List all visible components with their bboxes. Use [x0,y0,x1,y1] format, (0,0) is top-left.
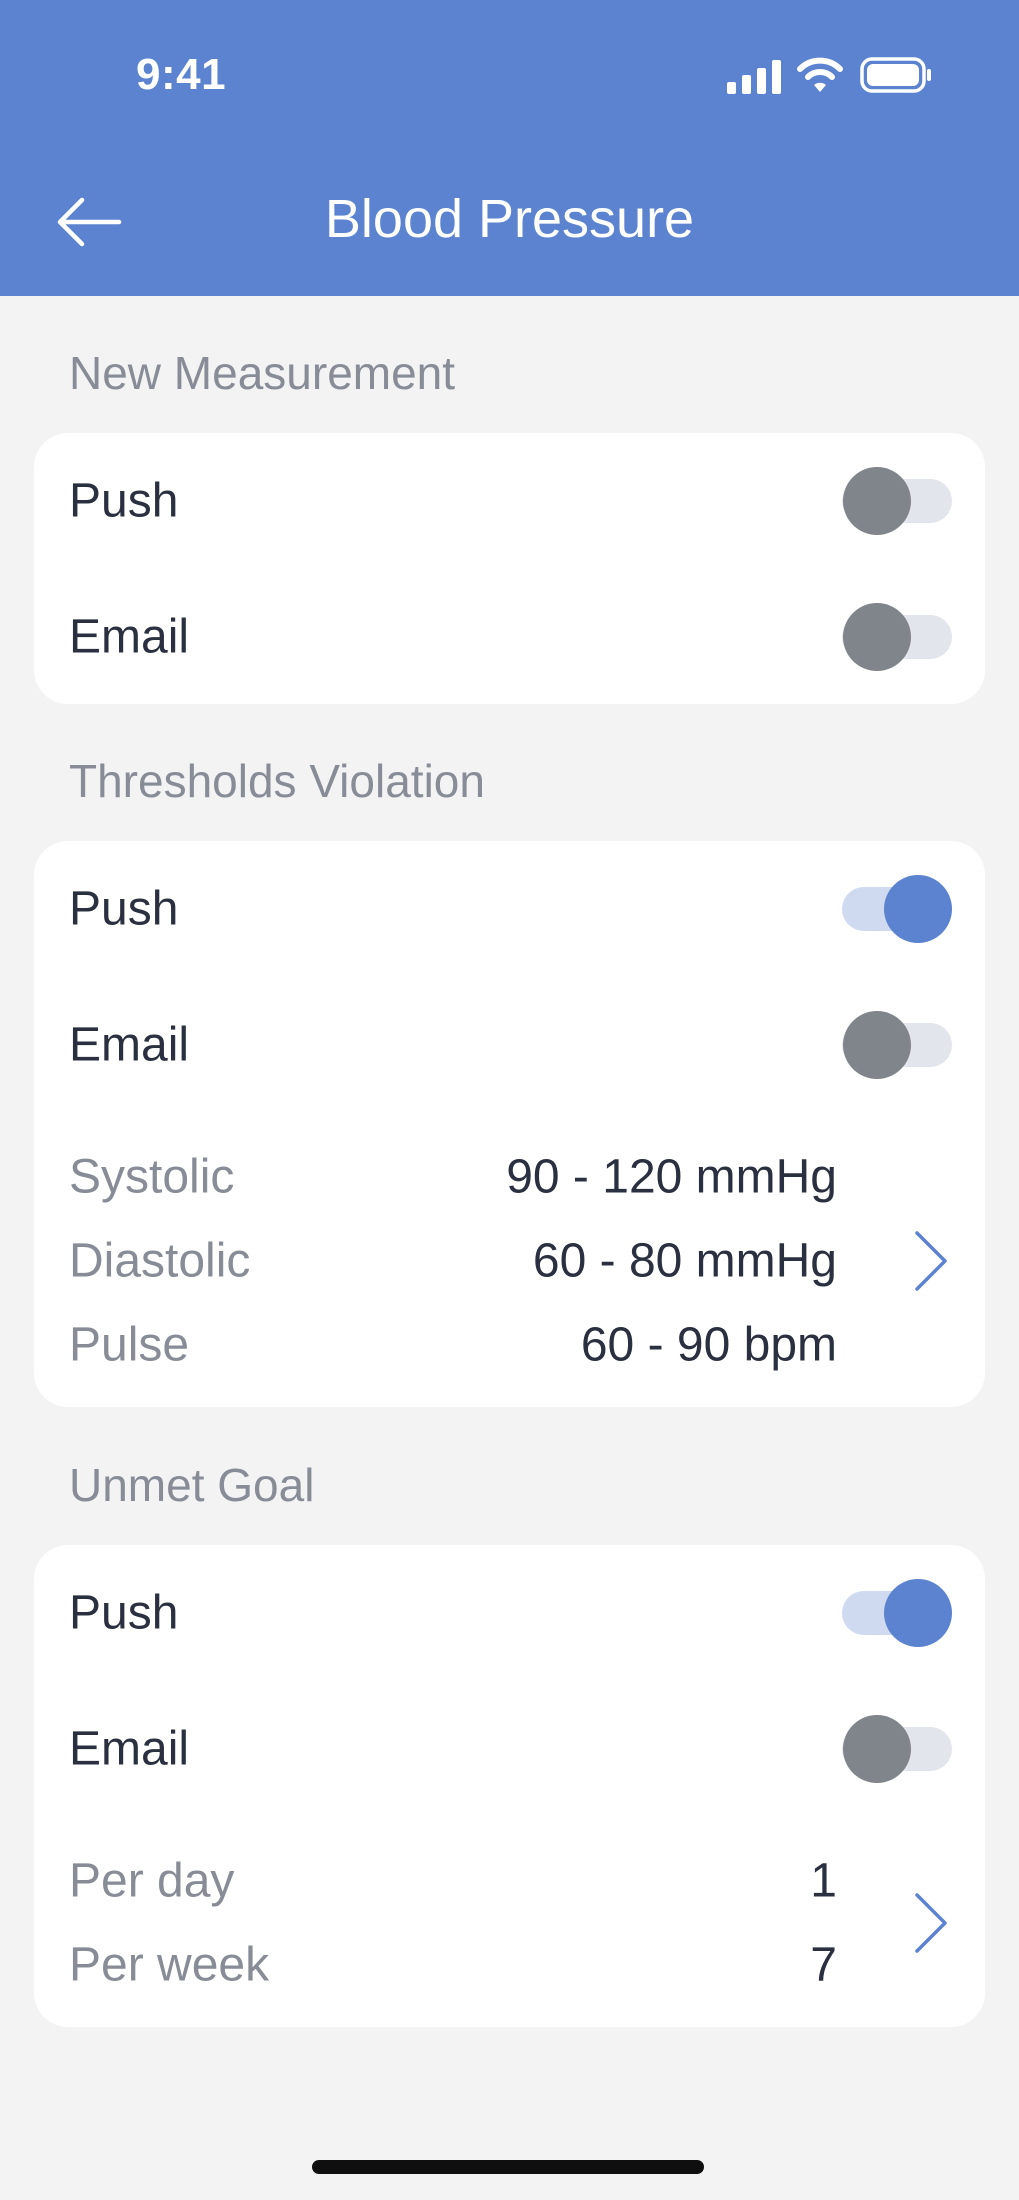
detail-value: 1 [810,1854,837,1908]
detail-value: 60 - 80 mmHg [532,1234,837,1288]
cellular-signal-icon [727,60,781,94]
toggle-knob [884,875,952,943]
email-toggle[interactable] [842,1010,952,1080]
push-toggle[interactable] [842,1578,952,1648]
toggle-knob [843,1715,911,1783]
row-unmet-goal-push[interactable]: Push [34,1545,985,1681]
status-time: 9:41 [136,50,227,99]
detail-label: Per week [69,1938,270,1992]
chevron-right-icon [915,1231,947,1291]
row-label: Email [69,610,190,664]
toggle-knob [843,467,911,535]
toggle-knob [843,603,911,671]
toggle-knob [843,1011,911,1079]
section-title-unmet-goal: Unmet Goal [69,1459,315,1511]
row-label: Push [69,1586,179,1640]
chevron-right-icon [915,1893,947,1953]
home-indicator [312,2160,704,2174]
detail-line-pulse: Pulse 60 - 90 bpm [34,1303,985,1387]
unmet-goal-detail-link[interactable]: Per day 1 Per week 7 [34,1839,985,2007]
email-toggle[interactable] [842,1714,952,1784]
page-title: Blood Pressure [324,189,695,249]
row-thresholds-email[interactable]: Email [34,977,985,1113]
status-bar: 9:41 [0,0,1019,150]
push-toggle[interactable] [842,466,952,536]
battery-icon [860,57,931,93]
card-unmet-goal: Push Email Per day 1 Per week 7 [34,1545,985,2027]
nav-bar: Blood Pressure [0,150,1019,296]
detail-label: Diastolic [69,1234,251,1288]
row-label: Email [69,1722,190,1776]
detail-label: Systolic [69,1150,235,1204]
detail-value: 60 - 90 bpm [580,1318,837,1372]
screen: 9:41 Blood Pressure New Measurement Push… [0,0,1019,2200]
thresholds-detail-link[interactable]: Systolic 90 - 120 mmHg Diastolic 60 - 80… [34,1135,985,1387]
push-toggle[interactable] [842,874,952,944]
row-thresholds-push[interactable]: Push [34,841,985,977]
toggle-knob [884,1579,952,1647]
card-thresholds-violation: Push Email Systolic 90 - 120 mmHg Diasto… [34,841,985,1407]
detail-label: Per day [69,1854,235,1908]
detail-value: 7 [810,1938,837,1992]
row-new-measurement-push[interactable]: Push [34,433,985,569]
row-label: Push [69,882,179,936]
row-new-measurement-email[interactable]: Email [34,569,985,705]
row-label: Email [69,1018,190,1072]
section-title-thresholds-violation: Thresholds Violation [69,755,485,807]
row-unmet-goal-email[interactable]: Email [34,1681,985,1817]
email-toggle[interactable] [842,602,952,672]
detail-line-per-day: Per day 1 [34,1839,985,1923]
wifi-icon [797,57,843,92]
section-title-new-measurement: New Measurement [69,347,456,399]
detail-value: 90 - 120 mmHg [506,1150,837,1204]
row-label: Push [69,474,179,528]
detail-line-diastolic: Diastolic 60 - 80 mmHg [34,1219,985,1303]
header: 9:41 Blood Pressure [0,0,1019,296]
card-new-measurement: Push Email [34,433,985,704]
detail-line-systolic: Systolic 90 - 120 mmHg [34,1135,985,1219]
detail-line-per-week: Per week 7 [34,1923,985,2007]
detail-label: Pulse [69,1318,190,1372]
